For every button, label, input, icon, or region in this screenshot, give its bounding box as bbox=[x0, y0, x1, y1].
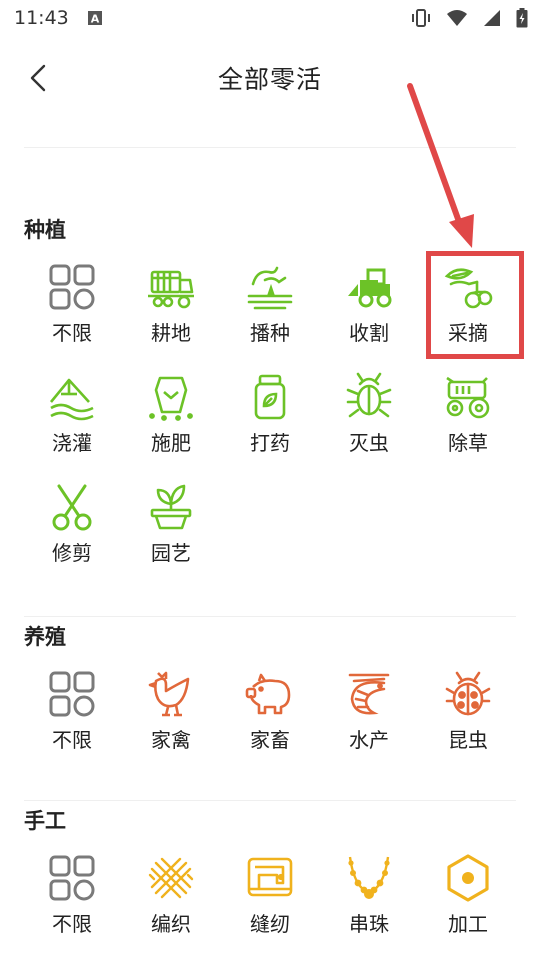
battery-icon bbox=[516, 8, 528, 28]
category-label: 施肥 bbox=[151, 431, 191, 455]
category-label: 家禽 bbox=[151, 728, 191, 752]
category-item-unlimited[interactable]: 不限 bbox=[22, 655, 122, 765]
category-item-spraying[interactable]: 打药 bbox=[220, 358, 320, 468]
category-item-livestock[interactable]: 家畜 bbox=[220, 655, 320, 765]
category-item-aquaculture[interactable]: 水产 bbox=[319, 655, 419, 765]
scissors-icon bbox=[52, 484, 92, 531]
grid-icon bbox=[49, 855, 95, 901]
ladybug-icon bbox=[445, 671, 491, 716]
section-divider bbox=[24, 800, 516, 801]
category-item-beading[interactable]: 串珠 bbox=[319, 839, 419, 949]
category-label: 不限 bbox=[52, 321, 92, 345]
category-item-harvesting[interactable]: 收割 bbox=[319, 248, 419, 358]
category-label: 编织 bbox=[151, 912, 191, 936]
navigation-bar: 全部零活 bbox=[0, 36, 540, 122]
category-item-pruning[interactable]: 修剪 bbox=[22, 468, 122, 578]
category-item-fertilizing[interactable]: 施肥 bbox=[121, 358, 221, 468]
signal-icon bbox=[484, 10, 500, 26]
category-item-irrigation[interactable]: 浇灌 bbox=[22, 358, 122, 468]
section-title-planting: 种植 bbox=[24, 218, 66, 242]
category-item-pest-control[interactable]: 灭虫 bbox=[319, 358, 419, 468]
category-item-plowing[interactable]: 耕地 bbox=[121, 248, 221, 358]
category-label: 园艺 bbox=[151, 541, 191, 565]
pig-icon bbox=[245, 673, 291, 715]
sewing-machine-icon bbox=[247, 857, 293, 897]
status-time: 11:43 bbox=[14, 7, 69, 29]
category-item-gardening[interactable]: 园艺 bbox=[121, 468, 221, 578]
category-label: 打药 bbox=[250, 431, 290, 455]
section-divider bbox=[24, 616, 516, 617]
category-item-sewing[interactable]: 缝纫 bbox=[220, 839, 320, 949]
category-item-sowing[interactable]: 播种 bbox=[220, 248, 320, 358]
hex-nut-icon bbox=[447, 854, 489, 902]
shrimp-icon bbox=[348, 673, 390, 715]
category-label: 缝纫 bbox=[250, 912, 290, 936]
svg-text:A: A bbox=[91, 13, 100, 26]
category-item-insects[interactable]: 昆虫 bbox=[418, 655, 518, 765]
mower-icon bbox=[446, 376, 490, 419]
category-label: 耕地 bbox=[151, 321, 191, 345]
grid-icon bbox=[49, 671, 95, 717]
category-label: 灭虫 bbox=[349, 431, 389, 455]
pesticide-icon bbox=[254, 374, 286, 420]
bug-icon bbox=[346, 372, 392, 418]
page-title: 全部零活 bbox=[217, 65, 322, 94]
category-label: 昆虫 bbox=[448, 728, 488, 752]
beads-icon bbox=[348, 856, 390, 899]
weaving-icon bbox=[148, 857, 194, 899]
grid-icon bbox=[49, 264, 95, 310]
category-item-weeding[interactable]: 除草 bbox=[418, 358, 518, 468]
category-label: 除草 bbox=[448, 431, 488, 455]
fertilizer-icon bbox=[149, 376, 193, 421]
section-title-handicraft: 手工 bbox=[24, 809, 66, 833]
category-label: 播种 bbox=[250, 321, 290, 345]
category-label: 加工 bbox=[448, 912, 488, 936]
harvester-icon bbox=[148, 270, 194, 309]
chicken-icon bbox=[148, 671, 190, 717]
category-label: 串珠 bbox=[349, 912, 389, 936]
category-label: 家畜 bbox=[250, 728, 290, 752]
category-label: 修剪 bbox=[52, 541, 92, 565]
plant-pot-icon bbox=[150, 484, 192, 530]
category-label: 不限 bbox=[52, 728, 92, 752]
category-label: 不限 bbox=[52, 912, 92, 936]
wifi-icon bbox=[447, 10, 467, 26]
header-divider bbox=[24, 147, 516, 148]
category-label: 水产 bbox=[349, 728, 389, 752]
category-label: 收割 bbox=[349, 321, 389, 345]
category-label: 浇灌 bbox=[52, 431, 92, 455]
notification-a-icon: A bbox=[87, 11, 102, 26]
tractor-icon bbox=[348, 268, 392, 308]
status-bar: 11:43 A bbox=[0, 0, 540, 36]
category-item-unlimited[interactable]: 不限 bbox=[22, 248, 122, 358]
category-item-processing[interactable]: 加工 bbox=[418, 839, 518, 949]
vibrate-icon bbox=[412, 9, 430, 27]
category-item-weaving[interactable]: 编织 bbox=[121, 839, 221, 949]
category-item-poultry[interactable]: 家禽 bbox=[121, 655, 221, 765]
sowing-icon bbox=[247, 266, 293, 310]
section-title-breeding: 养殖 bbox=[24, 625, 66, 649]
highlight-box bbox=[426, 251, 524, 359]
irrigation-icon bbox=[49, 378, 94, 421]
category-item-unlimited[interactable]: 不限 bbox=[22, 839, 122, 949]
